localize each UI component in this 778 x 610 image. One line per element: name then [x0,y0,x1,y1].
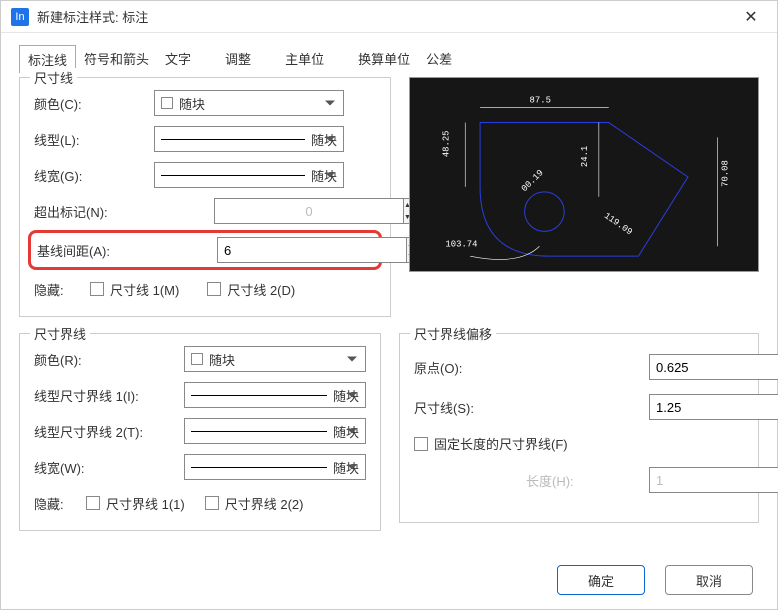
content-area: 标注线 符号和箭头 文字 调整 主单位 换算单位 公差 尺寸线 颜色(C): 随 [1,33,777,555]
app-icon: In [11,8,29,26]
dim-text: 119.09 [602,211,634,238]
origin-input[interactable] [649,354,778,380]
ext-lt1-combo[interactable]: 随块 [184,382,366,408]
hide-label: 隐藏: [34,280,90,299]
dim-text: 24.1 [580,146,590,167]
ext-hide1-label: 尺寸界线 1(1) [106,494,185,513]
offset-legend: 尺寸界线偏移 [410,324,496,343]
swatch-icon [161,97,173,109]
dialog-title: 新建标注样式: 标注 [37,7,735,26]
ext-color-label: 颜色(R): [34,350,184,369]
ext-lw-label: 线宽(W): [34,458,184,477]
color-combo[interactable]: 随块 [154,90,344,116]
dim-text: 103.74 [445,239,477,249]
dim-text: 70.08 [721,160,731,187]
footer: 确定 取消 [1,555,777,609]
checkbox-icon [205,496,219,510]
extend-label: 超出标记(N): [34,202,214,221]
hide-dim1-label: 尺寸线 1(M) [110,280,179,299]
origin-label: 原点(O): [414,358,514,377]
ext-lt2-combo[interactable]: 随块 [184,418,366,444]
hide-dim1-check[interactable]: 尺寸线 1(M) [90,280,179,299]
checkbox-icon [207,282,221,296]
close-button[interactable]: ✕ [735,3,767,31]
ext-lt1-value: 随块 [333,386,359,405]
origin-spinner[interactable]: ▲▼ [649,354,744,380]
dim-line-group: 尺寸线 颜色(C): 随块 线型(L): 随块 [19,77,391,317]
dim-text: 48.25 [441,130,451,157]
dimline-offset-spinner[interactable]: ▲▼ [649,394,744,420]
ext-hide2-check[interactable]: 尺寸界线 2(2) [205,494,304,513]
lineweight-combo[interactable]: 随块 [154,162,344,188]
ext-lt2-value: 随块 [333,422,359,441]
tab-alt-units[interactable]: 换算单位 [350,45,418,73]
ok-button[interactable]: 确定 [557,565,645,595]
dim-text: 87.5 [530,96,551,106]
ext-lt2-label: 线型尺寸界线 2(T): [34,422,184,441]
tab-bar: 标注线 符号和箭头 文字 调整 主单位 换算单位 公差 [19,45,759,73]
dim-text: 00.19 [520,168,546,194]
hide-dim2-check[interactable]: 尺寸线 2(D) [207,280,295,299]
ext-lw-combo[interactable]: 随块 [184,454,366,480]
line-preview-icon [191,467,327,468]
dimline-offset-label: 尺寸线(S): [414,398,514,417]
preview-pane: 87.5 48.25 24.1 70.08 103.74 00.19 119.0… [409,77,759,272]
linetype-combo[interactable]: 随块 [154,126,344,152]
baseline-label: 基线间距(A): [37,241,217,260]
checkbox-icon [90,282,104,296]
swatch-icon [191,353,203,365]
hide-dim2-label: 尺寸线 2(D) [227,280,295,299]
length-spinner: ▲▼ [649,467,744,493]
ext-color-value: 随块 [209,350,235,369]
line-preview-icon [161,175,305,176]
linetype-value: 随块 [311,130,337,149]
tab-arrows[interactable]: 符号和箭头 [76,45,157,73]
ext-color-combo[interactable]: 随块 [184,346,366,372]
fixed-length-label: 固定长度的尺寸界线(F) [434,434,568,453]
dim-line-legend: 尺寸线 [30,68,77,87]
ext-hide2-label: 尺寸界线 2(2) [225,494,304,513]
ext-line-legend: 尺寸界线 [30,324,90,343]
dim-style-dialog: In 新建标注样式: 标注 ✕ 标注线 符号和箭头 文字 调整 主单位 换算单位… [0,0,778,610]
line-preview-icon [191,431,327,432]
dimline-offset-input[interactable] [649,394,778,420]
cancel-button[interactable]: 取消 [665,565,753,595]
checkbox-icon [86,496,100,510]
checkbox-icon [414,437,428,451]
extend-input [214,198,404,224]
lineweight-value: 随块 [311,166,337,185]
baseline-input[interactable] [217,237,407,263]
tab-primary-units[interactable]: 主单位 [277,45,332,73]
ext-hide1-check[interactable]: 尺寸界线 1(1) [86,494,185,513]
ext-lt1-label: 线型尺寸界线 1(I): [34,386,184,405]
color-value: 随块 [179,94,205,113]
extend-spinner[interactable]: ▲▼ [214,198,329,224]
fixed-length-check[interactable]: 固定长度的尺寸界线(F) [414,434,568,453]
baseline-spinner[interactable]: ▲▼ [217,237,332,263]
baseline-highlight: 基线间距(A): ▲▼ [28,230,382,270]
tab-fit[interactable]: 调整 [217,45,259,73]
linetype-label: 线型(L): [34,130,154,149]
offset-group: 尺寸界线偏移 原点(O): ▲▼ 尺寸线(S): [399,333,759,523]
length-input [649,467,778,493]
lineweight-label: 线宽(G): [34,166,154,185]
ext-hide-label: 隐藏: [34,494,86,513]
line-preview-icon [161,139,305,140]
tab-text[interactable]: 文字 [157,45,199,73]
ext-lw-value: 随块 [333,458,359,477]
length-label: 长度(H): [526,471,574,490]
tab-tolerance[interactable]: 公差 [418,45,460,73]
titlebar: In 新建标注样式: 标注 ✕ [1,1,777,33]
color-label: 颜色(C): [34,94,154,113]
line-preview-icon [191,395,327,396]
ext-line-group: 尺寸界线 颜色(R): 随块 线型尺寸界线 1(I): 随块 [19,333,381,531]
